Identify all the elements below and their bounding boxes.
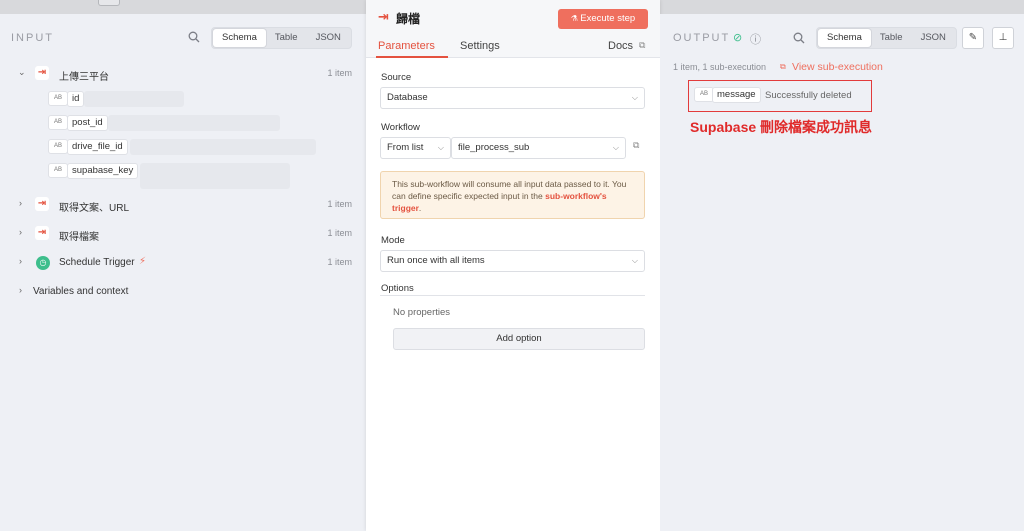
annotation-highlight-box — [688, 80, 872, 112]
chevron-right-icon[interactable]: › — [19, 285, 22, 295]
blurred-value — [140, 163, 290, 189]
chevron-right-icon[interactable]: › — [19, 256, 22, 266]
execute-workflow-icon: ⇥ — [35, 66, 49, 80]
sub-workflow-notice: This sub-workflow will consume all input… — [380, 171, 645, 219]
tree-node-label: 取得檔案 — [59, 232, 99, 243]
item-count: 1 item — [327, 257, 352, 267]
chevron-down-icon[interactable]: ⌄ — [18, 67, 26, 78]
lightning-icon: ⚡ — [139, 256, 147, 267]
source-value: Database — [387, 92, 428, 103]
tree-variables-context[interactable]: › Variables and context — [0, 282, 366, 302]
input-panel: INPUT Schema Table JSON ⌄ ⇥ 上傳三平台 1 item… — [0, 14, 366, 531]
docs-link[interactable]: Docs — [608, 40, 633, 52]
workflow-mode-value: From list — [387, 142, 424, 153]
node-parameters-panel: ⇥ 歸檔 ⚗ Execute step Parameters Settings … — [366, 0, 660, 531]
blurred-value — [108, 115, 280, 131]
annotation-text: Supabase 刪除檔案成功訊息 — [690, 119, 873, 135]
output-view-tabs: Schema Table JSON — [816, 27, 957, 49]
external-link-icon[interactable]: ⧉ — [639, 40, 645, 51]
output-search-icon[interactable] — [793, 32, 805, 47]
workflow-mode-select[interactable]: From list ⌵ — [380, 137, 451, 159]
field-supabase-key[interactable]: supabase_key — [67, 163, 139, 179]
blurred-value — [84, 91, 184, 107]
node-header: ⇥ 歸檔 ⚗ Execute step Parameters Settings … — [366, 0, 660, 58]
chevron-right-icon[interactable]: › — [19, 198, 22, 208]
options-label: Options — [381, 283, 414, 294]
tree-node-schedule-trigger[interactable]: › ◷ Schedule Trigger ⚡ 1 item — [0, 253, 366, 273]
tree-node-upload[interactable]: ⌄ ⇥ 上傳三平台 1 item — [0, 64, 366, 84]
tab-parameters[interactable]: Parameters — [378, 40, 435, 52]
mode-select[interactable]: Run once with all items ⌵ — [380, 250, 645, 272]
chevron-down-icon: ⌵ — [631, 93, 638, 102]
tree-node-get-copy[interactable]: › ⇥ 取得文案、URL 1 item — [0, 195, 366, 215]
input-tab-table[interactable]: Table — [266, 29, 307, 47]
active-tab-indicator — [376, 56, 448, 58]
chevron-right-icon[interactable]: › — [19, 227, 22, 237]
output-meta: 1 item, 1 sub-execution — [673, 62, 767, 72]
execute-step-button[interactable]: ⚗ Execute step — [558, 9, 648, 29]
item-count: 1 item — [327, 228, 352, 238]
add-option-button[interactable]: Add option — [393, 328, 645, 350]
workflow-select[interactable]: file_process_sub ⌵ — [451, 137, 626, 159]
mode-label: Mode — [381, 235, 405, 246]
output-tab-json[interactable]: JSON — [912, 29, 955, 47]
item-count: 1 item — [327, 199, 352, 209]
workflow-value: file_process_sub — [458, 142, 530, 153]
tab-settings[interactable]: Settings — [460, 40, 500, 52]
pin-icon[interactable]: ⊥ — [992, 27, 1014, 49]
chevron-down-icon: ⌵ — [612, 143, 619, 152]
chevron-down-icon: ⌵ — [437, 143, 444, 152]
output-tab-schema[interactable]: Schema — [818, 29, 871, 47]
string-type-icon: AB — [48, 91, 68, 106]
field-drive-file-id[interactable]: drive_file_id — [67, 139, 128, 155]
string-type-icon: AB — [48, 139, 68, 154]
source-label: Source — [381, 72, 412, 83]
edit-pencil-icon[interactable]: ✎ — [962, 27, 984, 49]
mode-value: Run once with all items — [387, 255, 485, 266]
external-link-icon[interactable]: ⧉ — [633, 140, 639, 151]
output-tab-table[interactable]: Table — [871, 29, 912, 47]
chevron-down-icon: ⌵ — [631, 256, 638, 265]
divider — [380, 295, 645, 296]
execute-workflow-icon: ⇥ — [35, 226, 49, 240]
no-properties-text: No properties — [393, 307, 451, 318]
string-type-icon: AB — [48, 163, 68, 178]
item-count: 1 item — [327, 68, 352, 78]
execute-workflow-icon: ⇥ — [378, 9, 389, 24]
input-view-tabs: Schema Table JSON — [211, 27, 352, 49]
tree-node-get-file[interactable]: › ⇥ 取得檔案 1 item — [0, 224, 366, 244]
source-select[interactable]: Database ⌵ — [380, 87, 645, 109]
input-tab-json[interactable]: JSON — [307, 29, 350, 47]
canvas-toolbar-button[interactable] — [98, 0, 120, 6]
workflow-label: Workflow — [381, 122, 420, 133]
field-post-id[interactable]: post_id — [67, 115, 108, 131]
tree-node-label: 取得文案、URL — [59, 203, 130, 214]
execute-step-label: Execute step — [580, 13, 636, 24]
blurred-value — [130, 139, 316, 155]
external-link-icon: ⧉ — [780, 62, 786, 71]
success-check-icon: ⊘ — [733, 32, 743, 44]
output-title: OUTPUT — [673, 32, 731, 44]
variables-label: Variables and context — [33, 286, 129, 297]
node-title[interactable]: 歸檔 — [396, 10, 420, 27]
field-id[interactable]: id — [67, 91, 85, 107]
string-type-icon: AB — [48, 115, 68, 130]
tree-node-label: Schedule Trigger — [59, 257, 135, 268]
input-search-icon[interactable] — [188, 31, 200, 46]
clock-icon: ◷ — [36, 256, 50, 270]
view-sub-execution-link[interactable]: View sub-execution — [792, 61, 883, 73]
input-tab-schema[interactable]: Schema — [213, 29, 266, 47]
tree-node-label: 上傳三平台 — [59, 72, 109, 83]
input-title: INPUT — [11, 32, 54, 44]
notice-end: . — [418, 203, 422, 213]
execute-workflow-icon: ⇥ — [35, 197, 49, 211]
info-icon[interactable]: ⓘ — [750, 31, 761, 47]
flask-icon: ⚗ — [570, 14, 581, 23]
